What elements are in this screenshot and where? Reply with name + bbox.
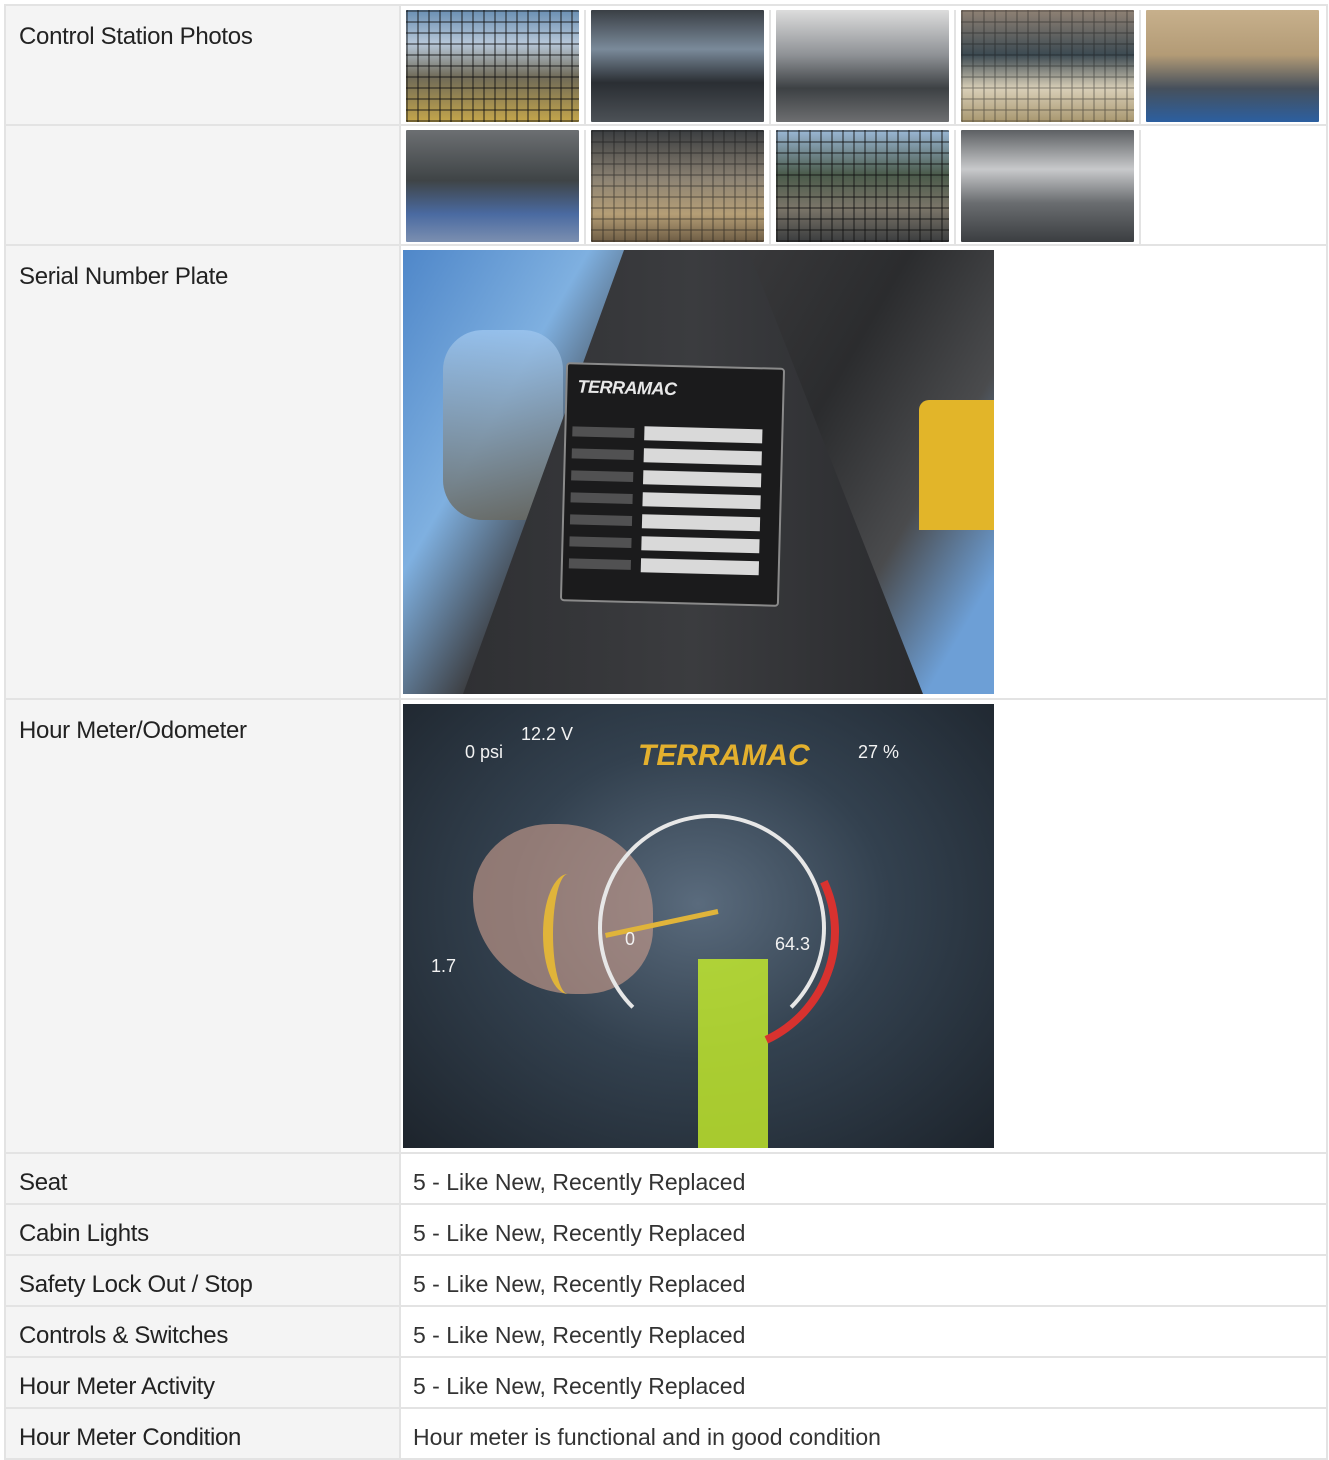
controls-switches-label-cell: Controls & Switches	[4, 1305, 401, 1358]
serial-plate-label-cell: Serial Number Plate	[4, 244, 401, 700]
hour-meter-condition-label-cell: Hour Meter Condition	[4, 1407, 401, 1460]
control-station-row-2	[4, 124, 1328, 246]
control-station-photo-3[interactable]	[776, 10, 949, 122]
control-station-photos-row-2	[399, 124, 1328, 246]
control-station-photo-5[interactable]	[1146, 10, 1319, 122]
control-station-photos-row-1	[399, 4, 1328, 126]
hour-meter-photo-label-cell: Hour Meter/Odometer	[4, 698, 401, 1154]
controls-switches-label: Controls & Switches	[19, 1322, 229, 1349]
seat-value: 5 - Like New, Recently Replaced	[413, 1169, 746, 1195]
hour-meter-activity-row: Hour Meter Activity 5 - Like New, Recent…	[4, 1356, 1328, 1409]
display-pressure: 0 psi	[465, 742, 504, 762]
safety-lock-label-cell: Safety Lock Out / Stop	[4, 1254, 401, 1307]
cabin-lights-row: Cabin Lights 5 - Like New, Recently Repl…	[4, 1203, 1328, 1256]
controls-switches-row: Controls & Switches 5 - Like New, Recent…	[4, 1305, 1328, 1358]
display-voltage: 12.2 V	[521, 724, 574, 744]
display-brand: TERRAMAC	[638, 739, 810, 772]
control-station-label-cell-empty	[4, 124, 401, 246]
serial-plate-photo-cell: TERRAMAC	[399, 244, 1328, 700]
serial-plate-row: Serial Number Plate TERRAMAC	[4, 244, 1328, 700]
safety-lock-value: 5 - Like New, Recently Replaced	[413, 1271, 746, 1297]
hour-meter-condition-value: Hour meter is functional and in good con…	[413, 1424, 881, 1450]
display-gauge-min: 0	[625, 929, 636, 949]
display-gauge-value: 64.3	[775, 934, 811, 954]
control-station-label: Control Station Photos	[19, 23, 253, 50]
cabin-lights-label: Cabin Lights	[19, 1220, 149, 1247]
control-station-photo-1[interactable]	[406, 10, 579, 122]
control-station-photo-4[interactable]	[961, 10, 1134, 122]
hour-meter-condition-row: Hour Meter Condition Hour meter is funct…	[4, 1407, 1328, 1460]
control-station-row: Control Station Photos	[4, 4, 1328, 126]
inspection-table: Control Station Photos Serial Number Pla…	[4, 4, 1328, 1460]
control-station-photo-6[interactable]	[406, 130, 579, 242]
seat-value-cell: 5 - Like New, Recently Replaced	[399, 1152, 1328, 1205]
hour-meter-photo-cell: TERRAMAC 12.2 V 0 psi 27 % 0 64.3 1.7	[399, 698, 1328, 1154]
cabin-lights-value-cell: 5 - Like New, Recently Replaced	[399, 1203, 1328, 1256]
safety-lock-row: Safety Lock Out / Stop 5 - Like New, Rec…	[4, 1254, 1328, 1307]
control-station-photo-9[interactable]	[961, 130, 1134, 242]
hour-meter-photo-row: Hour Meter/Odometer TERRAMAC 12.2 V 0 ps…	[4, 698, 1328, 1154]
hour-meter-photo-label: Hour Meter/Odometer	[19, 717, 247, 744]
controls-switches-value-cell: 5 - Like New, Recently Replaced	[399, 1305, 1328, 1358]
controls-switches-value: 5 - Like New, Recently Replaced	[413, 1322, 746, 1348]
seat-label: Seat	[19, 1169, 68, 1196]
hour-meter-activity-label-cell: Hour Meter Activity	[4, 1356, 401, 1409]
display-percent: 27 %	[858, 742, 900, 762]
control-station-photo-8[interactable]	[776, 130, 949, 242]
safety-lock-label: Safety Lock Out / Stop	[19, 1271, 253, 1298]
serial-plate-photo[interactable]: TERRAMAC	[403, 250, 994, 694]
control-station-photo-7[interactable]	[591, 130, 764, 242]
hour-meter-activity-value-cell: 5 - Like New, Recently Replaced	[399, 1356, 1328, 1409]
control-station-photo-2[interactable]	[591, 10, 764, 122]
cabin-lights-label-cell: Cabin Lights	[4, 1203, 401, 1256]
hour-meter-condition-label: Hour Meter Condition	[19, 1424, 242, 1451]
hour-meter-activity-label: Hour Meter Activity	[19, 1373, 215, 1400]
seat-row: Seat 5 - Like New, Recently Replaced	[4, 1152, 1328, 1205]
serial-plate: TERRAMAC	[559, 362, 786, 607]
hour-meter-photo[interactable]: TERRAMAC 12.2 V 0 psi 27 % 0 64.3 1.7	[403, 704, 994, 1148]
safety-lock-value-cell: 5 - Like New, Recently Replaced	[399, 1254, 1328, 1307]
hour-meter-condition-value-cell: Hour meter is functional and in good con…	[399, 1407, 1328, 1460]
hour-meter-activity-value: 5 - Like New, Recently Replaced	[413, 1373, 746, 1399]
cabin-lights-value: 5 - Like New, Recently Replaced	[413, 1220, 746, 1246]
seat-label-cell: Seat	[4, 1152, 401, 1205]
serial-plate-label: Serial Number Plate	[19, 263, 229, 290]
display-left-value: 1.7	[431, 956, 457, 976]
plate-brand: TERRAMAC	[577, 376, 677, 400]
control-station-label-cell: Control Station Photos	[4, 4, 401, 126]
